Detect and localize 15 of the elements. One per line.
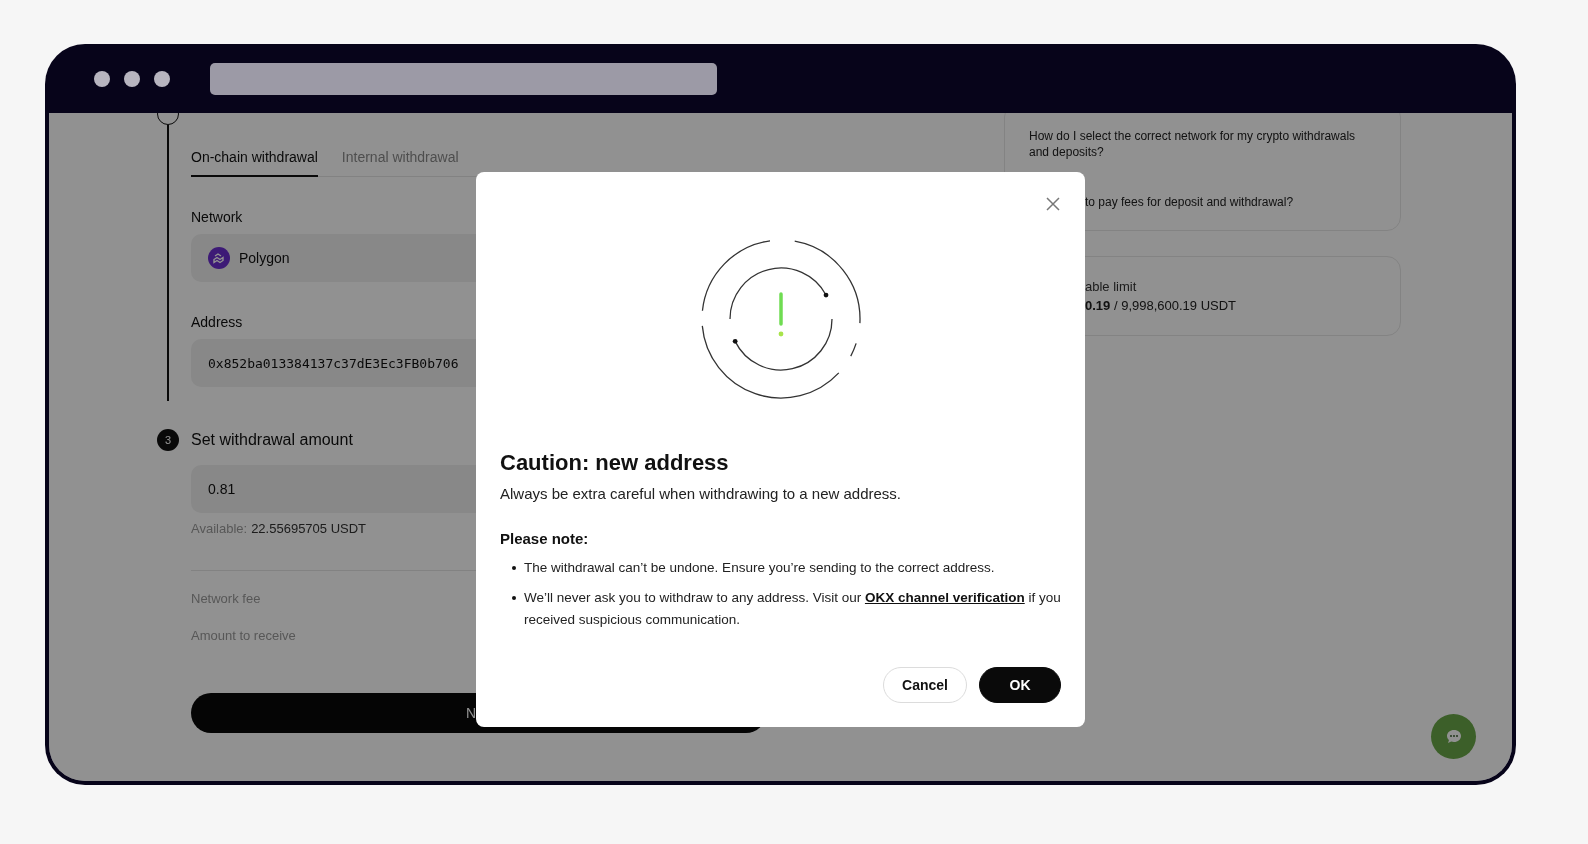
summary-label: Amount to receive xyxy=(191,628,296,643)
field-label: Address xyxy=(191,314,244,330)
limit-label: able limit xyxy=(1085,279,1138,294)
note-text: We’ll never ask you to withdraw to any address. Visit our OKX channel verification if you received suspicious communication. xyxy=(524,589,1061,629)
available-value: 22.55695705 USDT xyxy=(251,521,367,536)
note-heading: Please note: xyxy=(500,530,590,547)
limit-value: 0.19 / 9,998,600.19 USDT xyxy=(1085,298,1238,313)
step-title: Set withdrawal amount xyxy=(191,431,353,449)
note-text: The withdrawal can’t be undone. Ensure you’re sending to the correct address. xyxy=(524,559,995,577)
step-number: 3 xyxy=(157,429,179,451)
field-label: Network xyxy=(191,209,244,225)
dialog-title: Caution: new address xyxy=(500,450,730,476)
available-label: Available: xyxy=(191,521,248,536)
dialog-subtitle: Always be extra careful when withdrawing to a new address. xyxy=(500,485,903,502)
summary-label: Network fee xyxy=(191,591,261,606)
